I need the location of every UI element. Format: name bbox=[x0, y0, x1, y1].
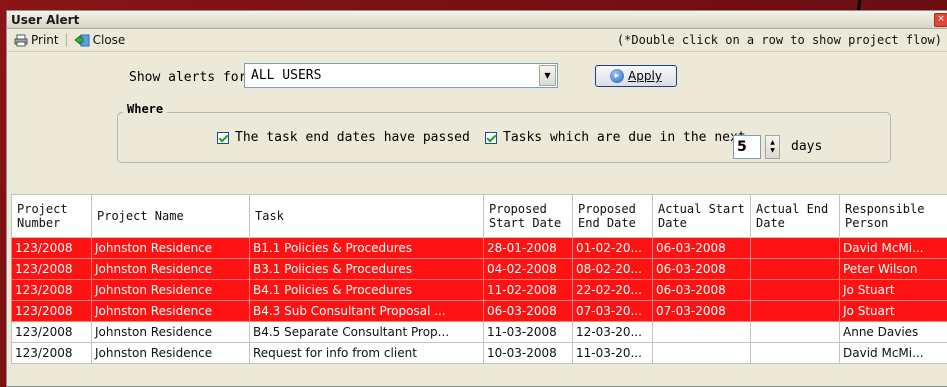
table-cell[interactable]: Johnston Residence bbox=[92, 301, 250, 322]
table-cell[interactable]: 123/2008 bbox=[12, 301, 92, 322]
table-header-row: ProjectNumber Project Name Task Proposed… bbox=[12, 195, 947, 238]
column-header[interactable]: ProposedStart Date bbox=[484, 195, 573, 238]
close-door-icon bbox=[74, 34, 90, 47]
due-next-days-label: Tasks which are due in the next bbox=[503, 130, 746, 145]
table-cell[interactable]: 10-03-2008 bbox=[484, 343, 573, 364]
window-title: User Alert bbox=[11, 13, 79, 27]
table-cell[interactable]: 123/2008 bbox=[12, 322, 92, 343]
table-cell[interactable]: B4.5 Separate Consultant Prop... bbox=[250, 322, 484, 343]
apply-icon: ▸ bbox=[610, 69, 624, 83]
table-row[interactable]: 123/2008Johnston ResidenceB4.1 Policies … bbox=[12, 280, 947, 301]
table-cell[interactable]: Johnston Residence bbox=[92, 322, 250, 343]
table-cell[interactable]: David McMi... bbox=[840, 238, 947, 259]
column-header[interactable]: Task bbox=[250, 195, 484, 238]
days-spinner[interactable]: ▲▼ bbox=[765, 135, 780, 159]
close-label: Close bbox=[93, 33, 126, 47]
table-cell[interactable]: 123/2008 bbox=[12, 280, 92, 301]
table-row[interactable]: 123/2008Johnston ResidenceB3.1 Policies … bbox=[12, 259, 947, 280]
table-row[interactable]: 123/2008Johnston ResidenceB4.3 Sub Consu… bbox=[12, 301, 947, 322]
table-cell[interactable]: 06-03-2008 bbox=[653, 259, 751, 280]
table-cell[interactable]: Request for info from client bbox=[250, 343, 484, 364]
apply-button[interactable]: ▸ Apply bbox=[595, 65, 677, 87]
spin-up-icon[interactable]: ▲ bbox=[770, 139, 775, 147]
double-click-hint: (*Double click on a row to show project … bbox=[617, 33, 947, 47]
table-cell[interactable] bbox=[751, 301, 840, 322]
table-cell[interactable] bbox=[653, 322, 751, 343]
table-cell[interactable] bbox=[751, 238, 840, 259]
user-alert-window: User Alert × Print Close (*Double click … bbox=[6, 10, 947, 387]
table-row[interactable]: 123/2008Johnston ResidenceB1.1 Policies … bbox=[12, 238, 947, 259]
filter-panel: Show alerts for ALL USERS ▼ ▸ Apply Wher… bbox=[7, 52, 947, 192]
show-alerts-label: Show alerts for bbox=[129, 70, 246, 85]
table-cell[interactable]: 123/2008 bbox=[12, 238, 92, 259]
table-cell[interactable]: 123/2008 bbox=[12, 343, 92, 364]
printer-icon bbox=[14, 34, 28, 47]
table-cell[interactable]: 11-02-2008 bbox=[484, 280, 573, 301]
table-cell[interactable]: 01-02-20... bbox=[573, 238, 653, 259]
toolbar: Print Close (*Double click on a row to s… bbox=[7, 29, 947, 52]
table-cell[interactable]: Johnston Residence bbox=[92, 280, 250, 301]
table-cell[interactable]: 11-03-20... bbox=[573, 343, 653, 364]
table-cell[interactable]: Peter Wilson bbox=[840, 259, 947, 280]
window-close-icon[interactable]: × bbox=[934, 13, 947, 27]
alerts-table: ProjectNumber Project Name Task Proposed… bbox=[11, 194, 947, 364]
show-alerts-value: ALL USERS bbox=[245, 68, 539, 83]
table-row[interactable]: 123/2008Johnston ResidenceB4.5 Separate … bbox=[12, 322, 947, 343]
table-cell[interactable]: 06-03-2008 bbox=[653, 280, 751, 301]
table-row[interactable]: 123/2008Johnston ResidenceRequest for in… bbox=[12, 343, 947, 364]
table-cell[interactable]: 123/2008 bbox=[12, 259, 92, 280]
days-label: days bbox=[791, 139, 822, 154]
table-cell[interactable]: 22-02-20... bbox=[573, 280, 653, 301]
table-cell[interactable]: 04-02-2008 bbox=[484, 259, 573, 280]
table-cell[interactable]: B4.3 Sub Consultant Proposal ... bbox=[250, 301, 484, 322]
days-input[interactable]: 5 bbox=[733, 135, 761, 159]
due-next-days-checkbox[interactable]: Tasks which are due in the next bbox=[485, 130, 746, 145]
table-cell[interactable]: David McMi... bbox=[840, 343, 947, 364]
column-header[interactable]: Actual EndDate bbox=[751, 195, 840, 238]
table-cell[interactable]: 06-03-2008 bbox=[653, 238, 751, 259]
column-header[interactable]: ProjectNumber bbox=[12, 195, 92, 238]
table-cell[interactable]: 08-02-20... bbox=[573, 259, 653, 280]
column-header[interactable]: Actual StartDate bbox=[653, 195, 751, 238]
toolbar-separator bbox=[66, 33, 67, 47]
table-cell[interactable]: Johnston Residence bbox=[92, 259, 250, 280]
table-cell[interactable]: 07-03-2008 bbox=[653, 301, 751, 322]
show-alerts-dropdown[interactable]: ALL USERS ▼ bbox=[244, 63, 558, 88]
chevron-down-icon[interactable]: ▼ bbox=[539, 65, 556, 86]
table-cell[interactable]: B4.1 Policies & Procedures bbox=[250, 280, 484, 301]
table-cell[interactable]: Johnston Residence bbox=[92, 238, 250, 259]
column-header[interactable]: Project Name bbox=[92, 195, 250, 238]
end-dates-passed-checkbox[interactable]: The task end dates have passed bbox=[217, 130, 470, 145]
table-cell[interactable]: Jo Stuart bbox=[840, 280, 947, 301]
where-title: Where bbox=[123, 102, 167, 116]
checkbox-checked-icon[interactable] bbox=[217, 132, 229, 144]
print-label: Print bbox=[31, 33, 59, 47]
table-cell[interactable] bbox=[653, 343, 751, 364]
table-cell[interactable]: 28-01-2008 bbox=[484, 238, 573, 259]
apply-label: Apply bbox=[628, 69, 662, 83]
checkbox-checked-icon[interactable] bbox=[485, 132, 497, 144]
table-cell[interactable]: Anne Davies bbox=[840, 322, 947, 343]
close-button[interactable]: Close bbox=[71, 32, 129, 48]
print-button[interactable]: Print bbox=[11, 32, 62, 48]
table-cell[interactable] bbox=[751, 259, 840, 280]
spin-down-icon[interactable]: ▼ bbox=[770, 147, 775, 155]
table-cell[interactable]: Johnston Residence bbox=[92, 343, 250, 364]
column-header[interactable]: ProposedEnd Date bbox=[573, 195, 653, 238]
table-cell[interactable]: B3.1 Policies & Procedures bbox=[250, 259, 484, 280]
column-header[interactable]: ResponsiblePerson bbox=[840, 195, 947, 238]
table-cell[interactable]: Jo Stuart bbox=[840, 301, 947, 322]
table-cell[interactable]: 11-03-2008 bbox=[484, 322, 573, 343]
table-cell[interactable]: 12-03-20... bbox=[573, 322, 653, 343]
table-cell[interactable]: B1.1 Policies & Procedures bbox=[250, 238, 484, 259]
table-cell[interactable] bbox=[751, 322, 840, 343]
table-cell[interactable]: 06-03-2008 bbox=[484, 301, 573, 322]
table-cell[interactable] bbox=[751, 343, 840, 364]
table-cell[interactable] bbox=[751, 280, 840, 301]
title-bar: User Alert × bbox=[7, 11, 947, 29]
table-cell[interactable]: 07-03-20... bbox=[573, 301, 653, 322]
end-dates-passed-label: The task end dates have passed bbox=[235, 130, 470, 145]
